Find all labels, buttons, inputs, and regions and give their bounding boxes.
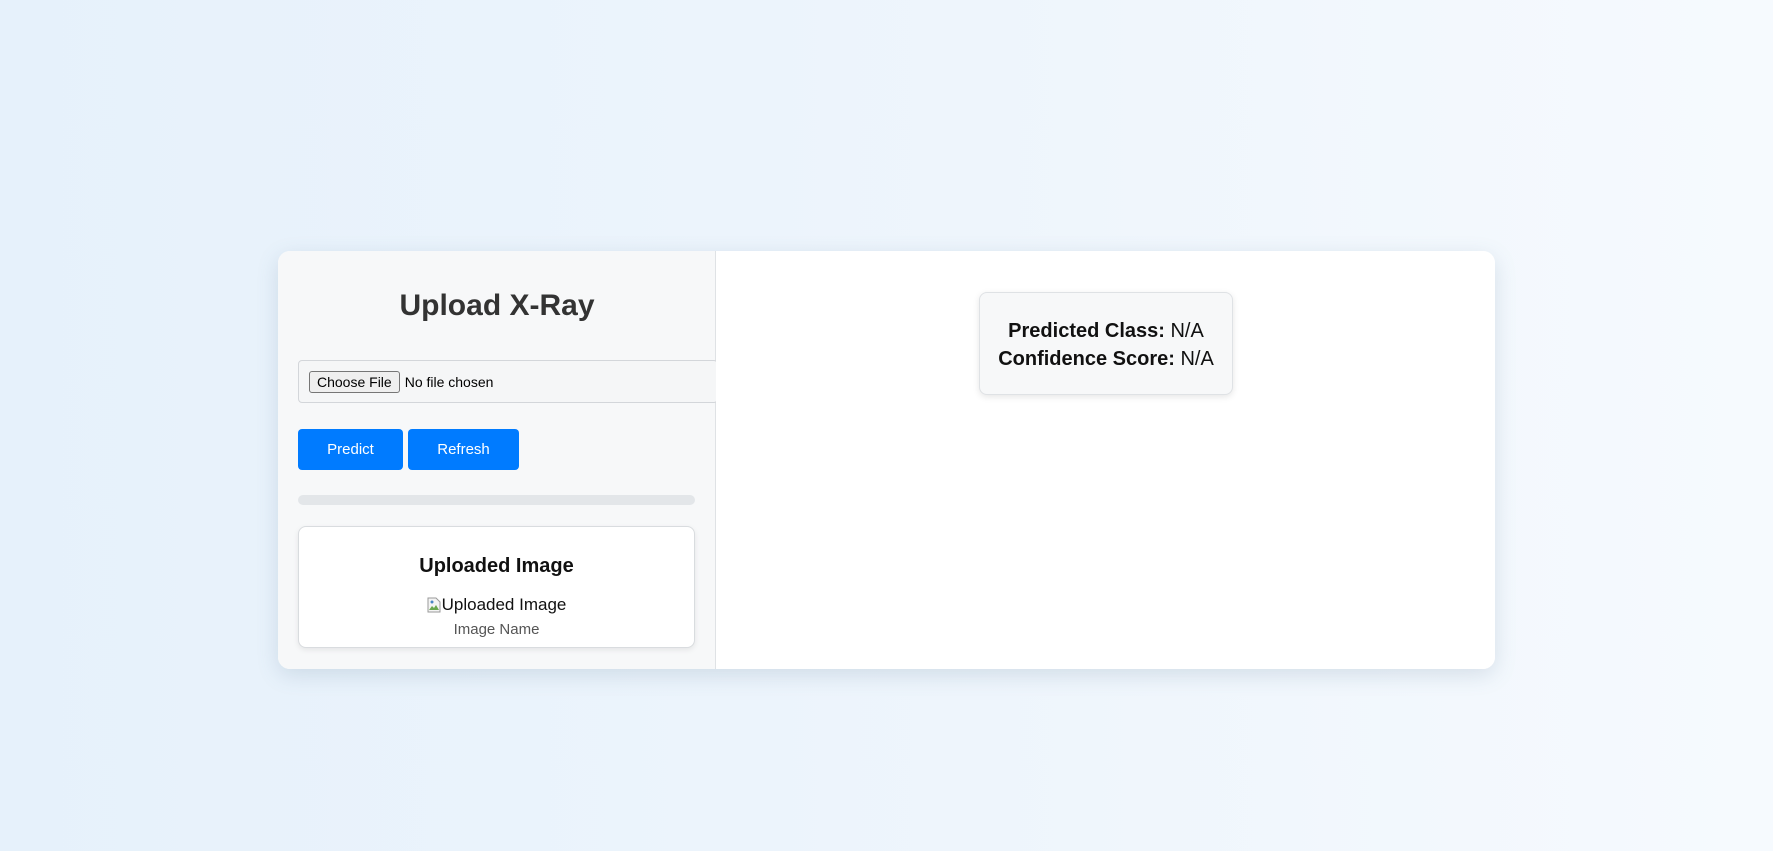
results-panel: Predicted Class: N/A Confidence Score: N… <box>716 251 1495 669</box>
uploaded-image-title: Uploaded Image <box>419 555 574 577</box>
uploaded-image-alt-text: Uploaded Image <box>441 595 567 614</box>
main-card: Upload X-Ray Choose File No file chosen … <box>278 251 1495 669</box>
confidence-score-value: N/A <box>1180 348 1214 370</box>
choose-file-button[interactable]: Choose File <box>309 370 400 393</box>
confidence-score-label: Confidence Score: <box>998 348 1175 370</box>
file-status-text: No file chosen <box>404 373 494 390</box>
broken-image-icon <box>427 597 441 613</box>
image-name: Image Name <box>453 621 540 638</box>
confidence-score-row: Confidence Score: N/A <box>980 345 1232 373</box>
progress-bar <box>298 495 695 505</box>
predicted-class-row: Predicted Class: N/A <box>980 317 1232 345</box>
uploaded-image-card: Uploaded Image Uploaded Image Image Name <box>298 526 695 648</box>
prediction-result-box: Predicted Class: N/A Confidence Score: N… <box>979 292 1233 395</box>
predicted-class-label: Predicted Class: <box>1008 320 1165 342</box>
uploaded-image: Uploaded Image <box>427 595 567 615</box>
file-input[interactable]: Choose File No file chosen <box>298 360 718 403</box>
page-title: Upload X-Ray <box>399 289 595 322</box>
refresh-button[interactable]: Refresh <box>408 429 519 470</box>
upload-panel: Upload X-Ray Choose File No file chosen … <box>278 251 718 669</box>
predict-button[interactable]: Predict <box>298 429 403 470</box>
predicted-class-value: N/A <box>1170 320 1204 342</box>
